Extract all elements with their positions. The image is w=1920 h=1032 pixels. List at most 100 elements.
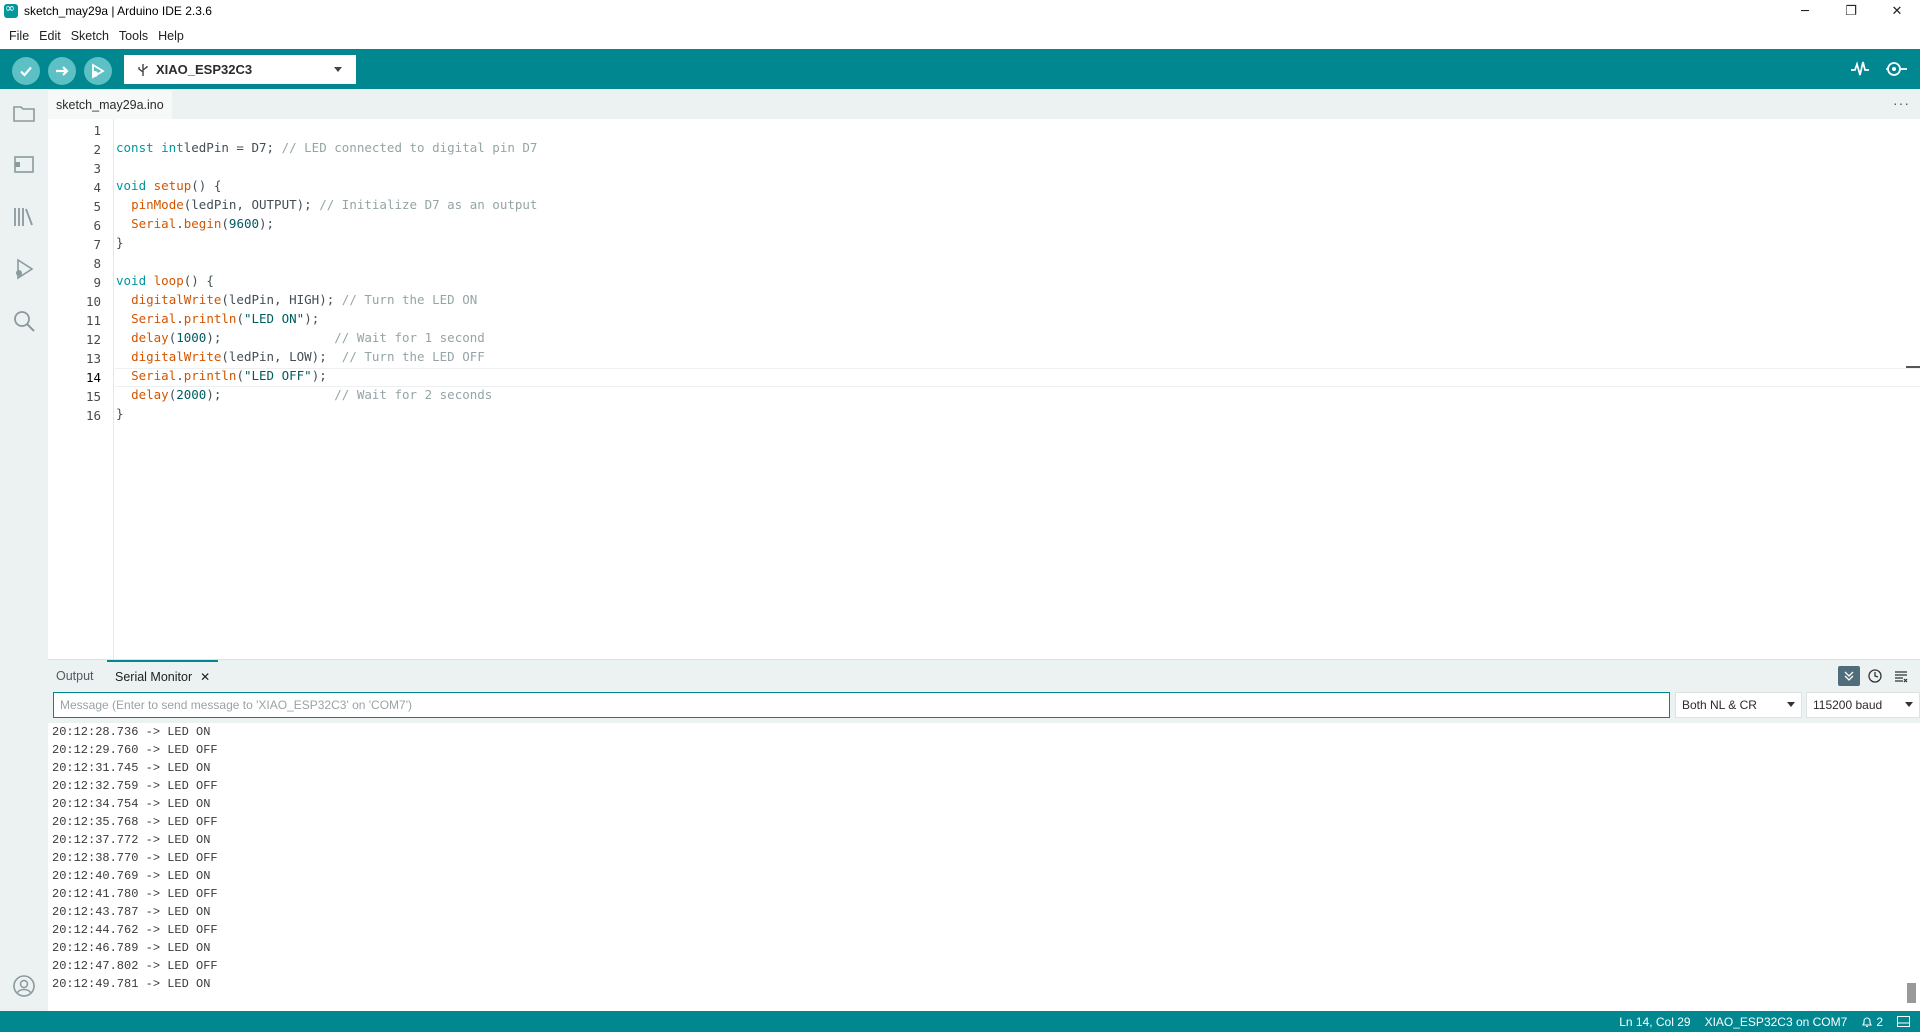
autoscroll-icon <box>1844 671 1854 681</box>
baud-rate-select[interactable]: 115200 baud <box>1806 692 1920 718</box>
account-icon[interactable] <box>12 974 36 998</box>
toggle-panel-button[interactable] <box>1897 1016 1910 1027</box>
menu-bar: File Edit Sketch Tools Help <box>0 22 1920 49</box>
library-icon[interactable] <box>12 205 36 229</box>
code-line: void setup() { <box>116 176 221 195</box>
search-icon[interactable] <box>12 309 36 333</box>
line-number: 10 <box>85 294 101 309</box>
line-ending-select[interactable]: Both NL & CR <box>1675 692 1802 718</box>
menu-file[interactable]: File <box>4 29 34 43</box>
serial-input-bar: Both NL & CR 115200 baud <box>48 691 1920 723</box>
code-token: // Initialize D7 as an output <box>319 197 538 212</box>
code-token: } <box>116 235 124 250</box>
close-window-button[interactable]: ✕ <box>1874 0 1920 22</box>
code-token: ( <box>236 368 244 383</box>
code-token: delay <box>131 387 169 402</box>
autoscroll-button[interactable] <box>1838 666 1860 686</box>
code-token: const int <box>116 140 184 155</box>
check-icon <box>20 66 32 77</box>
line-number: 4 <box>93 180 101 195</box>
serial-output-line: 20:12:37.772 -> LED ON <box>52 833 211 847</box>
tab-serial-monitor-label: Serial Monitor <box>115 670 193 684</box>
line-number-gutter: 1 2 3 4 5 6 7 8 9 10 11 12 13 14 15 16 <box>48 119 114 659</box>
bottom-panel-tabs: Output Serial Monitor ✕ <box>48 659 1920 691</box>
tab-output[interactable]: Output <box>48 660 102 692</box>
code-token: (ledPin, HIGH); <box>221 292 342 307</box>
close-icon[interactable]: ✕ <box>200 670 210 684</box>
board-port-status[interactable]: XIAO_ESP32C3 on COM7 <box>1705 1015 1848 1029</box>
code-token: Serial <box>131 368 177 383</box>
line-number: 5 <box>93 199 101 214</box>
serial-output[interactable]: 20:12:28.736 -> LED ON 20:12:29.760 -> LE… <box>48 723 1920 1011</box>
code-token: ); <box>304 311 320 326</box>
clear-output-icon <box>1895 671 1908 683</box>
left-sidebar <box>0 89 48 1011</box>
cursor-position[interactable]: Ln 14, Col 29 <box>1619 1015 1690 1029</box>
code-line: Serial.println("LED OFF"); <box>116 366 327 385</box>
folder-icon[interactable] <box>12 101 36 125</box>
code-token: // Turn the LED ON <box>341 292 478 307</box>
code-editor[interactable]: 1 2 3 4 5 6 7 8 9 10 11 12 13 14 15 16 const intledPin … <box>48 119 1920 659</box>
bell-icon <box>1862 1017 1873 1027</box>
tab-serial-monitor[interactable]: Serial Monitor ✕ <box>107 660 219 692</box>
minimize-button[interactable]: ─ <box>1782 0 1828 22</box>
more-actions-icon[interactable]: ··· <box>1893 95 1910 111</box>
line-number: 7 <box>93 237 101 252</box>
serial-message-input[interactable] <box>53 692 1670 718</box>
code-token: pinMode <box>131 197 184 212</box>
serial-output-line: 20:12:41.780 -> LED OFF <box>52 887 218 901</box>
serial-output-line: 20:12:32.759 -> LED OFF <box>52 779 218 793</box>
serial-output-line: 20:12:44.762 -> LED OFF <box>52 923 218 937</box>
code-line: digitalWrite(ledPin, HIGH); // Turn the … <box>116 290 477 309</box>
board-selector[interactable]: XIAO_ESP32C3 <box>124 55 356 84</box>
serial-output-line: 20:12:47.802 -> LED OFF <box>52 959 218 973</box>
tab-sketch-file[interactable]: sketch_may29a.ino <box>48 89 172 119</box>
line-number: 9 <box>93 275 101 290</box>
verify-button[interactable] <box>12 57 40 85</box>
output-scrollbar[interactable] <box>1907 983 1916 1003</box>
timestamp-button[interactable] <box>1864 666 1886 686</box>
code-token: ); <box>206 330 335 345</box>
code-line: } <box>116 233 124 252</box>
serial-output-line: 20:12:40.769 -> LED ON <box>52 869 211 883</box>
line-number: 16 <box>85 408 101 423</box>
menu-sketch[interactable]: Sketch <box>66 29 114 43</box>
arrow-right-icon <box>56 66 69 76</box>
menu-help[interactable]: Help <box>153 29 189 43</box>
board-name: XIAO_ESP32C3 <box>156 62 253 77</box>
code-token: begin <box>183 216 222 231</box>
debug-button[interactable] <box>84 57 112 85</box>
status-bar: Ln 14, Col 29 XIAO_ESP32C3 on COM7 2 <box>0 1011 1920 1032</box>
code-token: ); <box>311 368 327 383</box>
code-token: . <box>176 216 184 231</box>
restore-button[interactable]: ❐ <box>1828 0 1874 22</box>
notifications-status[interactable]: 2 <box>1861 1015 1883 1029</box>
serial-plotter-button[interactable] <box>1850 49 1870 89</box>
serial-monitor-icon <box>1886 62 1907 76</box>
line-number: 15 <box>85 389 101 404</box>
overview-ruler-marker <box>1906 366 1920 368</box>
clear-output-button[interactable] <box>1890 666 1912 686</box>
board-manager-icon[interactable] <box>12 153 36 177</box>
line-number: 12 <box>85 332 101 347</box>
line-number: 6 <box>93 218 101 233</box>
code-token: ledPin = D7; <box>183 140 282 155</box>
debug-icon[interactable] <box>12 257 36 281</box>
menu-edit[interactable]: Edit <box>34 29 66 43</box>
code-token: // Wait for 1 second <box>334 330 485 345</box>
upload-button[interactable] <box>48 57 76 85</box>
serial-output-line: 20:12:35.768 -> LED OFF <box>52 815 218 829</box>
code-line: void loop() { <box>116 271 214 290</box>
code-token: println <box>183 311 237 326</box>
line-number: 8 <box>93 256 101 271</box>
line-ending-value: Both NL & CR <box>1682 698 1757 712</box>
window-title: sketch_may29a | Arduino IDE 2.3.6 <box>24 4 212 18</box>
code-token: void <box>116 178 147 193</box>
chevron-down-icon <box>1905 702 1913 707</box>
menu-tools[interactable]: Tools <box>114 29 153 43</box>
code-token: "LED OFF" <box>243 368 312 383</box>
serial-monitor-button[interactable] <box>1884 49 1908 89</box>
